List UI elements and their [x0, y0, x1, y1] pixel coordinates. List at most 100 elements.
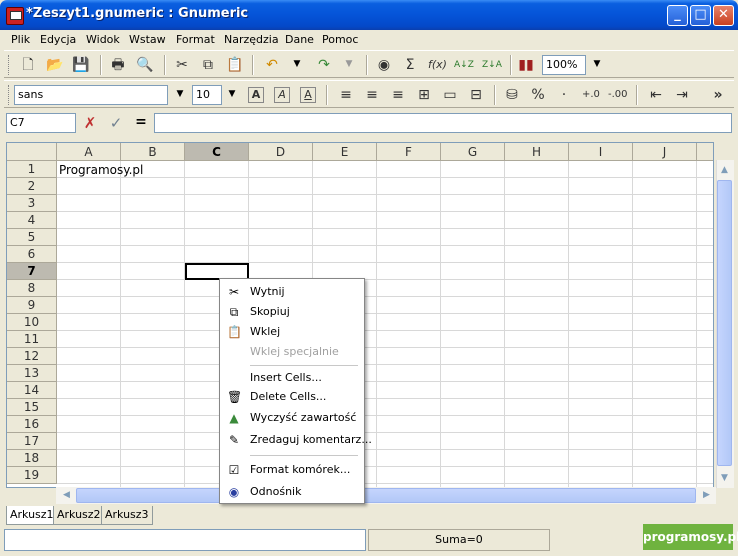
- menu-edycja[interactable]: Edycja: [40, 33, 76, 46]
- menu-narzedzia[interactable]: Narzędzia: [224, 33, 279, 46]
- save-icon[interactable]: 💾: [72, 57, 89, 73]
- minimize-button[interactable]: _: [667, 5, 688, 26]
- row-header[interactable]: 8: [7, 280, 57, 297]
- accept-entry-icon[interactable]: ✓: [108, 114, 124, 132]
- function-icon[interactable]: f(x): [428, 57, 447, 73]
- sort-descending-icon[interactable]: Z↓A: [482, 57, 502, 73]
- vertical-scroll-thumb[interactable]: [717, 180, 732, 466]
- menu-item-format-cells[interactable]: ☑ Format komórek...: [220, 460, 364, 480]
- menu-plik[interactable]: Plik: [11, 33, 30, 46]
- column-header[interactable]: [697, 143, 713, 161]
- column-header[interactable]: E: [313, 143, 377, 161]
- row-header[interactable]: 13: [7, 365, 57, 382]
- row-header[interactable]: 5: [7, 229, 57, 246]
- font-name-combo[interactable]: sans: [14, 85, 168, 105]
- font-size-combo[interactable]: 10: [192, 85, 222, 105]
- row-header[interactable]: 16: [7, 416, 57, 433]
- percent-format-icon[interactable]: %: [530, 87, 546, 103]
- print-preview-icon[interactable]: 🔍: [136, 57, 153, 73]
- open-folder-icon[interactable]: 📂: [46, 57, 63, 73]
- row-header[interactable]: 1: [7, 161, 57, 178]
- row-header[interactable]: 12: [7, 348, 57, 365]
- row-header[interactable]: 15: [7, 399, 57, 416]
- row-header[interactable]: 10: [7, 314, 57, 331]
- menu-item-hyperlink[interactable]: ◉ Odnośnik: [220, 482, 364, 502]
- column-header[interactable]: J: [633, 143, 697, 161]
- menu-widok[interactable]: Widok: [86, 33, 120, 46]
- row-header[interactable]: 3: [7, 195, 57, 212]
- function-equals-button[interactable]: =: [134, 114, 148, 132]
- row-header[interactable]: 17: [7, 433, 57, 450]
- gnumeric-app-icon[interactable]: [6, 7, 24, 25]
- autosum-icon[interactable]: Σ: [402, 57, 418, 73]
- font-name-dropdown-icon[interactable]: ▼: [174, 86, 186, 102]
- copy-icon[interactable]: ⧉: [200, 57, 216, 73]
- row-header[interactable]: 6: [7, 246, 57, 263]
- font-size-dropdown-icon[interactable]: ▼: [226, 86, 238, 102]
- column-header[interactable]: I: [569, 143, 633, 161]
- increase-decimals-icon[interactable]: +.0: [582, 87, 600, 103]
- menu-item-insert-cells[interactable]: Insert Cells...: [220, 368, 364, 388]
- scroll-down-arrow-icon[interactable]: ▼: [716, 470, 733, 487]
- row-header[interactable]: 2: [7, 178, 57, 195]
- hyperlink-globe-icon[interactable]: ◉: [376, 57, 392, 73]
- scroll-right-arrow-icon[interactable]: ▶: [698, 487, 715, 504]
- menu-item-edit-comment[interactable]: ✎ Zredaguj komentarz...: [220, 430, 372, 450]
- column-header[interactable]: B: [121, 143, 185, 161]
- column-header[interactable]: D: [249, 143, 313, 161]
- scroll-up-arrow-icon[interactable]: ▲: [716, 162, 733, 179]
- menu-item-cut[interactable]: ✂ Wytnij: [220, 282, 364, 302]
- cut-icon[interactable]: ✂: [174, 57, 190, 73]
- scroll-left-arrow-icon[interactable]: ◀: [58, 487, 75, 504]
- print-icon[interactable]: 🖶: [110, 57, 126, 73]
- new-file-icon[interactable]: 🗋: [20, 57, 36, 73]
- chart-icon[interactable]: ▮▮: [518, 57, 534, 73]
- toolbar-grip[interactable]: [8, 55, 12, 75]
- horizontal-scroll-thumb[interactable]: [76, 488, 696, 503]
- menu-pomoc[interactable]: Pomoc: [322, 33, 358, 46]
- zoom-combo[interactable]: 100%: [542, 55, 586, 75]
- bold-button[interactable]: A: [248, 87, 264, 103]
- underline-button[interactable]: A: [300, 87, 316, 103]
- redo-icon[interactable]: ↷: [316, 57, 332, 73]
- menu-dane[interactable]: Dane: [285, 33, 314, 46]
- menu-item-paste[interactable]: 📋 Wklej: [220, 322, 364, 342]
- increase-indent-icon[interactable]: ⇥: [674, 87, 690, 103]
- sheet-tab-arkusz1[interactable]: Arkusz1: [6, 506, 58, 525]
- menu-item-copy[interactable]: ⧉ Skopiuj: [220, 302, 364, 322]
- column-header-selected[interactable]: C: [185, 143, 249, 161]
- more-tools-button[interactable]: »: [710, 87, 726, 103]
- italic-button[interactable]: A: [274, 87, 290, 103]
- decrease-indent-icon[interactable]: ⇤: [648, 87, 664, 103]
- cell-reference-field[interactable]: C7: [6, 113, 76, 133]
- align-center-icon[interactable]: ≡: [364, 87, 380, 103]
- column-header[interactable]: H: [505, 143, 569, 161]
- align-right-icon[interactable]: ≡: [390, 87, 406, 103]
- split-cells-icon[interactable]: ⊟: [468, 87, 484, 103]
- undo-icon[interactable]: ↶: [264, 57, 280, 73]
- column-header[interactable]: F: [377, 143, 441, 161]
- paste-icon[interactable]: 📋: [226, 57, 243, 73]
- menu-format[interactable]: Format: [176, 33, 215, 46]
- sheet-tab-arkusz2[interactable]: Arkusz2: [53, 506, 105, 525]
- column-header[interactable]: A: [57, 143, 121, 161]
- row-header[interactable]: 19: [7, 467, 57, 484]
- cell-a1[interactable]: Programosy.pl: [59, 162, 143, 178]
- center-across-icon[interactable]: ▭: [442, 87, 458, 103]
- maximize-button[interactable]: □: [690, 5, 711, 26]
- row-header[interactable]: 11: [7, 331, 57, 348]
- merge-cells-icon[interactable]: ⊞: [416, 87, 432, 103]
- select-all-corner[interactable]: [7, 143, 57, 161]
- redo-dropdown-icon[interactable]: ▼: [343, 56, 355, 72]
- row-header-selected[interactable]: 7: [7, 263, 57, 280]
- undo-dropdown-icon[interactable]: ▼: [291, 56, 303, 72]
- cancel-entry-icon[interactable]: ✗: [82, 114, 98, 132]
- sheet-tab-arkusz3[interactable]: Arkusz3: [101, 506, 153, 525]
- thousands-separator-icon[interactable]: ·: [556, 87, 572, 103]
- close-button[interactable]: ✕: [713, 5, 734, 26]
- row-header[interactable]: 18: [7, 450, 57, 467]
- menu-wstaw[interactable]: Wstaw: [129, 33, 166, 46]
- currency-format-icon[interactable]: ⛁: [504, 87, 520, 103]
- decrease-decimals-icon[interactable]: -.00: [608, 87, 628, 103]
- align-left-icon[interactable]: ≡: [338, 87, 354, 103]
